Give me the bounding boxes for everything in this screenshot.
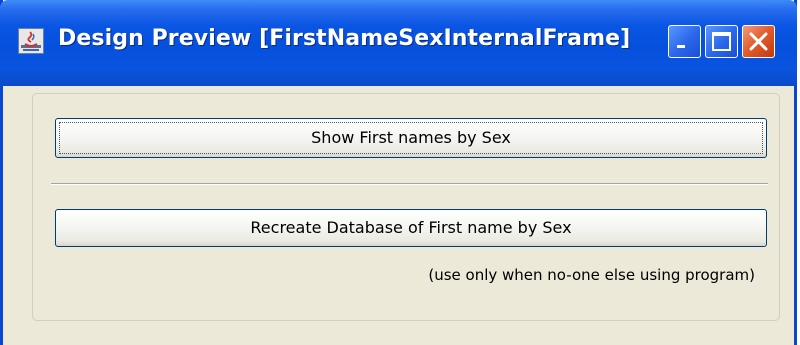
maximize-icon xyxy=(712,32,731,51)
options-panel: Show First names by Sex Recreate Databas… xyxy=(32,93,780,321)
content-area: Show First names by Sex Recreate Databas… xyxy=(3,86,794,345)
close-icon xyxy=(749,32,768,51)
show-first-names-button[interactable]: Show First names by Sex xyxy=(55,118,767,158)
app-window: Design Preview [FirstNameSexInternalFram… xyxy=(0,0,797,345)
separator xyxy=(51,183,768,185)
maximize-button[interactable] xyxy=(705,25,738,58)
java-app-icon[interactable] xyxy=(18,28,44,54)
recreate-database-button[interactable]: Recreate Database of First name by Sex xyxy=(55,209,767,247)
window-title: Design Preview [FirstNameSexInternalFram… xyxy=(58,26,631,51)
title-bar[interactable]: Design Preview [FirstNameSexInternalFram… xyxy=(0,0,797,86)
recreate-database-label: Recreate Database of First name by Sex xyxy=(250,218,572,237)
close-button[interactable] xyxy=(742,25,775,58)
show-first-names-label: Show First names by Sex xyxy=(311,128,511,147)
minimize-button[interactable] xyxy=(668,25,701,58)
usage-note: (use only when no-one else using program… xyxy=(428,266,755,284)
minimize-icon xyxy=(677,45,685,48)
